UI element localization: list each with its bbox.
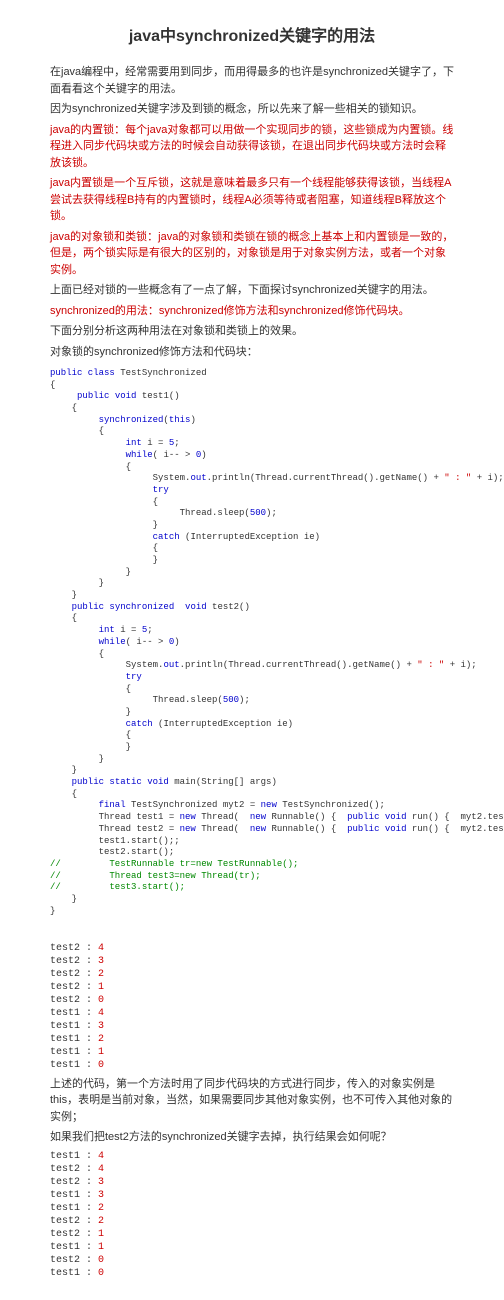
- intro-p1: 在java编程中，经常需要用到同步，而用得最多的也许是synchronized关…: [50, 64, 454, 97]
- lock-p3: java的对象锁和类锁：java的对象锁和类锁在锁的概念上基本上和内置锁是一致的…: [50, 229, 454, 279]
- usage-p: synchronized的用法：synchronized修饰方法和synchro…: [50, 303, 454, 320]
- output-2: test1 : 4test2 : 4test2 : 3test1 : 3test…: [50, 1150, 454, 1280]
- code-block: public class TestSynchronized { public v…: [50, 368, 454, 917]
- analysis-p: 下面分别分析这两种用法在对象锁和类锁上的效果。: [50, 323, 454, 340]
- output-1: test2 : 4test2 : 3test2 : 2test2 : 1test…: [50, 942, 454, 1072]
- explain-p1: 上述的代码，第一个方法时用了同步代码块的方式进行同步，传入的对象实例是this，…: [50, 1076, 454, 1126]
- page-title: java中synchronized关键字的用法: [50, 25, 454, 49]
- objlock-p: 对象锁的synchronized修饰方法和代码块：: [50, 344, 454, 361]
- explain-p2: 如果我们把test2方法的synchronized关键字去掉，执行结果会如何呢？: [50, 1129, 454, 1146]
- lock-p2: java内置锁是一个互斥锁，这就是意味着最多只有一个线程能够获得该锁，当线程A尝…: [50, 175, 454, 225]
- explore-p: 上面已经对锁的一些概念有了一点了解，下面探讨synchronized关键字的用法…: [50, 282, 454, 299]
- lock-p1: java的内置锁：每个java对象都可以用做一个实现同步的锁，这些锁成为内置锁。…: [50, 122, 454, 172]
- intro-p2: 因为synchronized关键字涉及到锁的概念，所以先来了解一些相关的锁知识。: [50, 101, 454, 118]
